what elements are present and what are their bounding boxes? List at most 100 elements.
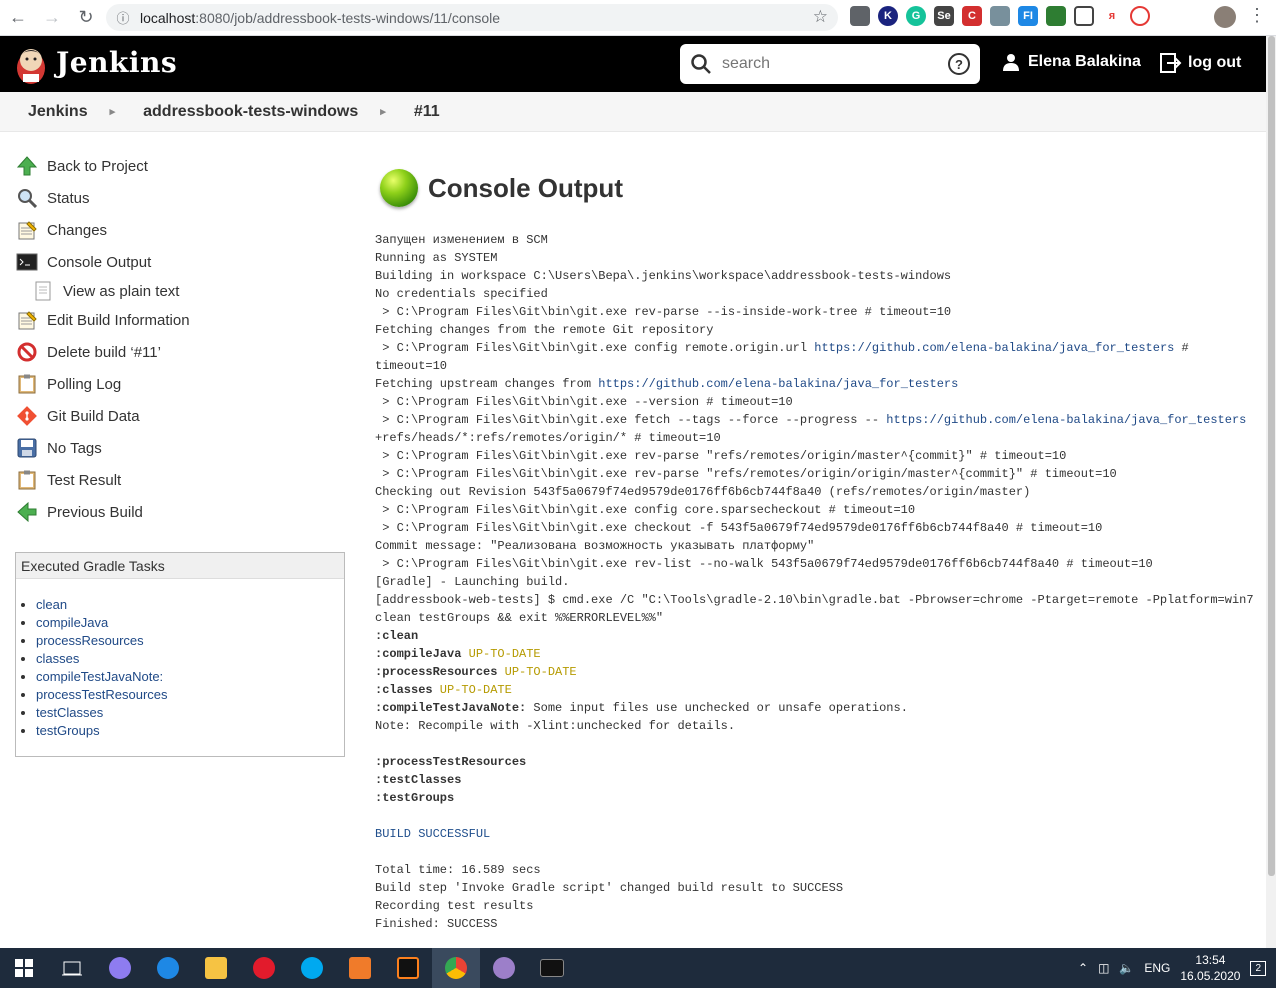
console-line: Building in workspace C:\Users\Вера\.jen… xyxy=(375,267,1255,285)
sidebar-item-plain-text[interactable]: View as plain text xyxy=(16,278,346,304)
search-input[interactable] xyxy=(722,52,942,76)
console-line: > C:\Program Files\Git\bin\git.exe fetch… xyxy=(375,411,1255,429)
task-view-icon[interactable] xyxy=(48,948,96,988)
sidebar-item-polling-log[interactable]: Polling Log xyxy=(16,368,346,400)
extension-icon[interactable]: я xyxy=(1102,6,1122,26)
breadcrumb-build[interactable]: #11 xyxy=(386,103,462,121)
console-line: +refs/heads/*:refs/remotes/origin/* # ti… xyxy=(375,429,1255,447)
list-item: classes xyxy=(36,651,344,669)
extension-icon[interactable] xyxy=(1074,6,1094,26)
gradle-tasks-panel: Executed Gradle Tasks clean compileJava … xyxy=(15,552,345,757)
console-task-name: :classes xyxy=(375,683,433,697)
sidebar-item-edit-build-information[interactable]: Edit Build Information xyxy=(16,304,346,336)
more-vert-icon[interactable]: ⋮ xyxy=(1248,5,1266,26)
chevron-up-icon[interactable]: ⌃ xyxy=(1078,961,1088,975)
system-tray: ⌃ ◫ 🔈 ENG 13:54 16.05.2020 2 xyxy=(1078,948,1266,988)
opera-icon[interactable] xyxy=(240,948,288,988)
console-link[interactable]: https://github.com/elena-balakina/java_f… xyxy=(886,413,1246,427)
sidebar-item-back-to-project[interactable]: Back to Project xyxy=(16,150,346,182)
edge-icon[interactable] xyxy=(144,948,192,988)
sidebar-item-delete-build[interactable]: Delete build ‘#11’ xyxy=(16,336,346,368)
gradle-task-link[interactable]: testGroups xyxy=(36,723,100,738)
extension-icon[interactable]: FI xyxy=(1018,6,1038,26)
skype-icon[interactable] xyxy=(288,948,336,988)
console-line: BUILD SUCCESSFUL xyxy=(375,825,1255,843)
extension-icon[interactable] xyxy=(1130,6,1150,26)
sidebar-item-label: Back to Project xyxy=(47,157,148,175)
console-link[interactable]: https://github.com/elena-balakina/java_f… xyxy=(598,377,958,391)
star-icon[interactable]: ☆ xyxy=(813,7,828,27)
sidebar-item-console-output[interactable]: Console Output xyxy=(16,246,346,278)
arrow-right-icon[interactable]: → xyxy=(36,2,68,34)
console-task-name: :compileTestJavaNote: xyxy=(375,701,527,715)
sidebar-item-label: No Tags xyxy=(47,439,102,457)
scrollbar[interactable] xyxy=(1266,36,1276,948)
logout-link[interactable]: log out xyxy=(1160,53,1241,73)
sidebar-item-label: Changes xyxy=(47,221,108,239)
list-item: testClasses xyxy=(36,705,344,723)
breadcrumb-project[interactable]: addressbook-tests-windows xyxy=(115,103,380,121)
reload-icon[interactable]: ↻ xyxy=(70,2,102,34)
console-line: > C:\Program Files\Git\bin\git.exe rev-l… xyxy=(375,555,1255,573)
jenkins-logo[interactable] xyxy=(14,44,48,86)
chrome-icon[interactable] xyxy=(432,948,480,988)
selenium-icon[interactable]: Se xyxy=(934,6,954,26)
windows-start-icon[interactable] xyxy=(0,948,48,988)
extension-icon[interactable] xyxy=(990,6,1010,26)
terminal-icon[interactable] xyxy=(528,948,576,988)
console-line: :processTestResources xyxy=(375,753,1255,771)
console-text: > C:\Program Files\Git\bin\git.exe rev-l… xyxy=(375,557,1153,571)
console-line: Note: Recompile with -Xlint:unchecked fo… xyxy=(375,717,1255,735)
sidebar-item-label: Console Output xyxy=(47,253,152,271)
grammarly-icon[interactable]: G xyxy=(906,6,926,26)
gradle-task-link[interactable]: classes xyxy=(36,651,79,666)
avatar[interactable] xyxy=(1214,6,1236,28)
gradle-task-link[interactable]: processTestResources xyxy=(36,687,168,702)
user-link[interactable]: Elena Balakina xyxy=(1002,53,1141,71)
sidebar-item-status[interactable]: Status xyxy=(16,182,346,214)
gradle-task-link[interactable]: processResources xyxy=(36,633,144,648)
breadcrumb-jenkins[interactable]: Jenkins xyxy=(0,103,110,121)
address-bar[interactable]: ⓘ localhost:8080/job/addressbook-tests-w… xyxy=(106,4,838,31)
github-desktop-icon[interactable] xyxy=(480,948,528,988)
info-icon[interactable]: ⓘ xyxy=(106,8,140,27)
help-icon[interactable]: ? xyxy=(948,53,970,75)
sidebar-item-previous-build[interactable]: Previous Build xyxy=(16,496,346,528)
arrow-left-icon[interactable]: ← xyxy=(2,2,34,34)
scrollbar-thumb[interactable] xyxy=(1268,36,1275,876)
sidebar-item-test-result[interactable]: Test Result xyxy=(16,464,346,496)
console-line: Finished: SUCCESS xyxy=(375,915,1255,933)
cortana-icon[interactable] xyxy=(96,948,144,988)
sidebar-item-no-tags[interactable]: No Tags xyxy=(16,432,346,464)
gradle-task-link[interactable]: compileJava xyxy=(36,615,108,630)
list-item: compileTestJavaNote: xyxy=(36,669,344,687)
intellij-icon[interactable] xyxy=(384,948,432,988)
extension-icon[interactable] xyxy=(1046,6,1066,26)
extension-icon[interactable]: C xyxy=(962,6,982,26)
brand-title[interactable]: Jenkins xyxy=(56,46,177,79)
sidebar-item-changes[interactable]: Changes xyxy=(16,214,346,246)
console-line: Build step 'Invoke Gradle script' change… xyxy=(375,879,1255,897)
sidebar-item-label: Previous Build xyxy=(47,503,143,521)
gradle-task-link[interactable]: compileTestJavaNote: xyxy=(36,669,163,684)
no-entry-icon xyxy=(16,341,38,363)
browser-toolbar: ← → ↻ ⓘ localhost:8080/job/addressbook-t… xyxy=(0,0,1276,36)
console-status: UP-TO-DATE xyxy=(497,665,577,679)
notifications-icon[interactable]: 2 xyxy=(1250,960,1266,976)
sidebar-item-git-build-data[interactable]: Git Build Data xyxy=(16,400,346,432)
gradle-task-link[interactable]: clean xyxy=(36,597,67,612)
network-icon[interactable]: ◫ xyxy=(1098,961,1109,975)
console-build-result: BUILD SUCCESSFUL xyxy=(375,827,491,841)
extension-icon[interactable] xyxy=(850,6,870,26)
list-item: testGroups xyxy=(36,723,344,741)
console-link[interactable]: https://github.com/elena-balakina/java_f… xyxy=(814,341,1174,355)
file-explorer-icon[interactable] xyxy=(192,948,240,988)
language-indicator[interactable]: ENG xyxy=(1144,961,1170,975)
xampp-icon[interactable] xyxy=(336,948,384,988)
console-line: timeout=10 xyxy=(375,357,1255,375)
clock[interactable]: 13:54 16.05.2020 xyxy=(1180,952,1240,984)
gradle-task-link[interactable]: testClasses xyxy=(36,705,103,720)
extension-icon[interactable]: K xyxy=(878,6,898,26)
console-line: > C:\Program Files\Git\bin\git.exe rev-p… xyxy=(375,447,1255,465)
speaker-icon[interactable]: 🔈 xyxy=(1119,961,1134,975)
